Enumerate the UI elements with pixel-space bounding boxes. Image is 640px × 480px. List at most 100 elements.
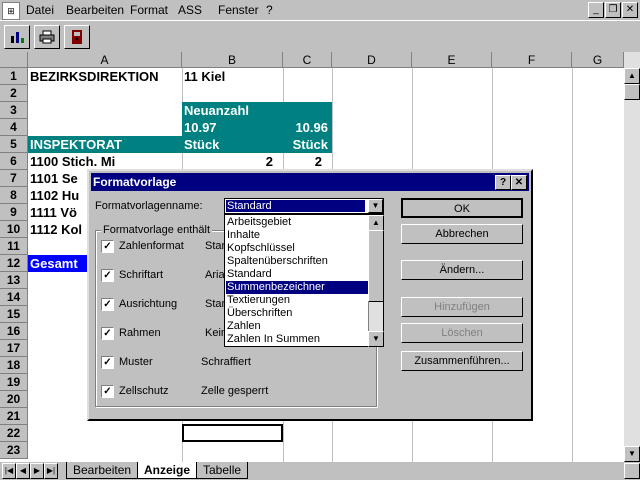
cell-b4[interactable]: 10.97: [182, 119, 283, 136]
row-header[interactable]: 14: [0, 289, 28, 306]
resize-grip[interactable]: [624, 463, 640, 479]
menu-datei[interactable]: Datei: [26, 3, 54, 17]
col-header-c[interactable]: C: [283, 52, 332, 68]
row-header[interactable]: 4: [0, 119, 28, 136]
tab-tabelle[interactable]: Tabelle: [196, 462, 249, 479]
last-sheet-icon[interactable]: ▶|: [44, 463, 58, 479]
row-header[interactable]: 1: [0, 68, 28, 85]
dialog-titlebar[interactable]: Formatvorlage ? ✕: [91, 173, 529, 191]
cell-b3[interactable]: Neuanzahl: [182, 102, 332, 119]
ok-button[interactable]: OK: [401, 198, 523, 218]
list-scroll-up-icon[interactable]: ▲: [368, 215, 384, 231]
row-header[interactable]: 13: [0, 272, 28, 289]
tab-bearbeiten[interactable]: Bearbeiten: [66, 462, 139, 479]
cell-a9[interactable]: 1111 Vö: [28, 204, 88, 221]
style-name-list[interactable]: Arbeitsgebiet Inhalte Kopfschlüssel Spal…: [224, 214, 384, 347]
checkbox-schriftart[interactable]: ✓: [101, 269, 114, 282]
cell-a6[interactable]: 1100 Stich. Mi: [28, 153, 182, 170]
col-header-e[interactable]: E: [412, 52, 492, 68]
list-scrollbar[interactable]: ▲ ▼: [368, 215, 384, 347]
cell-c5[interactable]: Stück: [283, 136, 332, 153]
scroll-thumb[interactable]: [624, 84, 640, 100]
chart-icon[interactable]: [4, 25, 30, 49]
cell-c4[interactable]: 10.96: [283, 119, 332, 136]
checkbox-ausrichtung[interactable]: ✓: [101, 298, 114, 311]
row-header[interactable]: 20: [0, 391, 28, 408]
row-header[interactable]: 2: [0, 85, 28, 102]
exit-door-icon[interactable]: [64, 25, 90, 49]
menu-help[interactable]: ?: [266, 3, 273, 17]
cell-a1[interactable]: BEZIRKSDIREKTION: [28, 68, 182, 85]
list-item[interactable]: Spaltenüberschriften: [226, 255, 371, 268]
row-header[interactable]: 8: [0, 187, 28, 204]
row-header[interactable]: 10: [0, 221, 28, 238]
row-header[interactable]: 12: [0, 255, 28, 272]
list-item[interactable]: Überschriften: [226, 307, 371, 320]
cell-a8[interactable]: 1102 Hu: [28, 187, 88, 204]
list-item[interactable]: Standard: [226, 268, 371, 281]
list-scroll-thumb[interactable]: [368, 230, 384, 302]
row-header[interactable]: 17: [0, 340, 28, 357]
close-icon[interactable]: ✕: [622, 2, 638, 18]
scroll-down-icon[interactable]: ▼: [624, 446, 640, 462]
list-item[interactable]: Inhalte: [226, 229, 371, 242]
row-header[interactable]: 18: [0, 357, 28, 374]
checkbox-rahmen[interactable]: ✓: [101, 327, 114, 340]
row-header[interactable]: 6: [0, 153, 28, 170]
menu-bearbeiten[interactable]: Bearbeiten: [66, 3, 124, 17]
dialog-close-icon[interactable]: ✕: [511, 175, 527, 190]
cell-a12[interactable]: Gesamt: [28, 255, 88, 272]
row-header[interactable]: 15: [0, 306, 28, 323]
checkbox-zellschutz[interactable]: ✓: [101, 385, 114, 398]
print-icon[interactable]: [34, 25, 60, 49]
row-header[interactable]: 16: [0, 323, 28, 340]
first-sheet-icon[interactable]: |◀: [2, 463, 16, 479]
list-item-selected[interactable]: Summenbezeichner: [226, 281, 371, 294]
cell-c6[interactable]: 2: [283, 153, 332, 170]
cell-a7[interactable]: 1101 Se: [28, 170, 88, 187]
row-header[interactable]: 9: [0, 204, 28, 221]
style-name-combo[interactable]: Standard ▼: [224, 198, 384, 214]
list-item[interactable]: Zahlen In Summen: [226, 333, 371, 346]
minimize-icon[interactable]: _: [588, 2, 604, 18]
list-item[interactable]: Kopfschlüssel: [226, 242, 371, 255]
tab-anzeige[interactable]: Anzeige: [137, 462, 198, 479]
cell-b5[interactable]: Stück: [182, 136, 283, 153]
add-button[interactable]: Hinzufügen: [401, 297, 523, 317]
menu-fenster[interactable]: Fenster: [218, 3, 259, 17]
col-header-a[interactable]: A: [28, 52, 182, 68]
vertical-scrollbar[interactable]: ▲ ▼: [624, 52, 640, 462]
help-icon[interactable]: ?: [495, 175, 511, 190]
checkbox-muster[interactable]: ✓: [101, 356, 114, 369]
row-header[interactable]: 3: [0, 102, 28, 119]
scroll-up-icon[interactable]: ▲: [624, 68, 640, 84]
cell-a10[interactable]: 1112 Kol: [28, 221, 88, 238]
row-header[interactable]: 23: [0, 442, 28, 459]
prev-sheet-icon[interactable]: ◀: [16, 463, 30, 479]
menu-format[interactable]: Format: [130, 3, 168, 17]
row-header[interactable]: 22: [0, 425, 28, 442]
cell-b1[interactable]: 11 Kiel: [182, 68, 283, 85]
row-header[interactable]: 5: [0, 136, 28, 153]
col-header-b[interactable]: B: [182, 52, 283, 68]
col-header-g[interactable]: G: [572, 52, 624, 68]
cell-a5[interactable]: INSPEKTORAT: [28, 136, 182, 153]
merge-button[interactable]: Zusammenführen...: [401, 351, 523, 371]
row-header[interactable]: 21: [0, 408, 28, 425]
select-all-corner[interactable]: [0, 52, 28, 68]
list-item[interactable]: Zahlen: [226, 320, 371, 333]
col-header-d[interactable]: D: [332, 52, 412, 68]
row-header[interactable]: 19: [0, 374, 28, 391]
checkbox-zahlenformat[interactable]: ✓: [101, 240, 114, 253]
list-item[interactable]: Textierungen: [226, 294, 371, 307]
row-header[interactable]: 11: [0, 238, 28, 255]
cancel-button[interactable]: Abbrechen: [401, 224, 523, 244]
delete-button[interactable]: Löschen: [401, 323, 523, 343]
restore-icon[interactable]: ❐: [605, 2, 621, 18]
chevron-down-icon[interactable]: ▼: [368, 199, 383, 213]
list-scroll-down-icon[interactable]: ▼: [368, 331, 384, 347]
cell-b6[interactable]: 2: [182, 153, 283, 170]
list-item[interactable]: Arbeitsgebiet: [226, 216, 371, 229]
menu-ass[interactable]: ASS: [178, 3, 202, 17]
row-header[interactable]: 7: [0, 170, 28, 187]
